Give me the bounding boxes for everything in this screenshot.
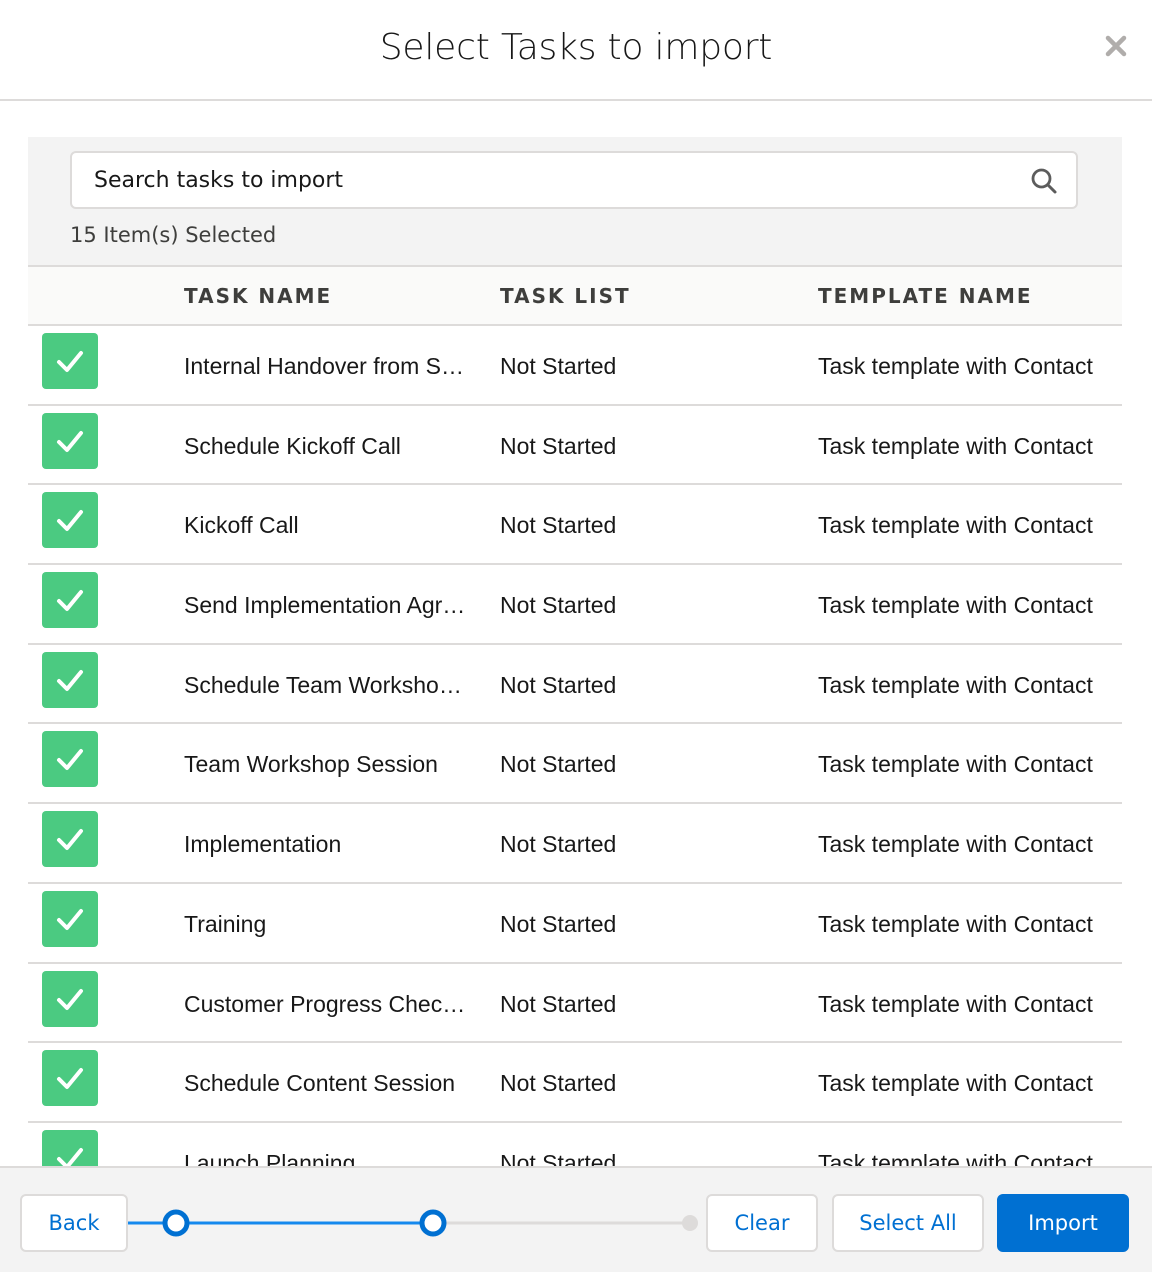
template-name: Task template with Contact (818, 990, 1093, 1017)
check-icon (57, 590, 83, 612)
progress-step-1 (162, 1209, 190, 1237)
table-row[interactable]: Schedule Content Session Not Started Task … (28, 1043, 1122, 1123)
task-name: Team Workshop Session (184, 751, 438, 778)
table-row[interactable]: Customer Progress Check-in Not Started Tas… (28, 963, 1122, 1044)
task-list: Not Started (500, 1149, 617, 1166)
row-checkbox[interactable] (42, 811, 98, 868)
template-name: Task template with Contact (818, 432, 1093, 459)
row-checkbox[interactable] (42, 412, 98, 469)
check-icon (57, 988, 83, 1010)
task-list: Not Started (500, 751, 617, 778)
check-icon (57, 351, 83, 372)
row-checkbox[interactable] (42, 1129, 98, 1166)
task-list: Not Started (500, 512, 617, 539)
check-icon (57, 908, 83, 930)
table-header: TASK NAME TASK LIST TEMPLATE NAME (28, 267, 1122, 326)
table-row[interactable]: Launch Planning Not Started Task template … (28, 1122, 1122, 1166)
row-checkbox[interactable] (42, 492, 98, 549)
template-name: Task template with Contact (818, 671, 1093, 698)
table-row[interactable]: Schedule Team Workshop Session Not Starte… (28, 644, 1122, 725)
check-icon (57, 430, 83, 452)
column-header-task-name: TASK NAME (184, 284, 333, 308)
template-name: Task template with Contact (818, 910, 1093, 937)
table-row[interactable]: Internal Handover from Sales Not Started T… (28, 326, 1122, 406)
template-name: Task template with Contact (818, 512, 1093, 539)
task-name: Implementation (184, 831, 342, 858)
check-icon (57, 669, 83, 691)
table-row[interactable]: Kickoff Call Not Started Task template wit… (28, 485, 1122, 566)
progress-step-2 (419, 1209, 447, 1237)
search-panel: 15 Item(s) Selected (28, 137, 1122, 267)
check-icon (57, 1147, 83, 1166)
table-row[interactable]: Team Workshop Session Not Started Task tem… (28, 724, 1122, 805)
selected-count: 15 Item(s) Selected (70, 223, 277, 247)
row-checkbox[interactable] (42, 572, 98, 629)
task-list: Not Started (500, 1070, 617, 1097)
row-checkbox[interactable] (42, 731, 98, 788)
modal-footer: Back Clear Select All Import (0, 1166, 1152, 1272)
task-list: Not Started (500, 353, 617, 379)
task-list: Not Started (500, 990, 617, 1017)
task-name: Internal Handover from Sales (184, 353, 474, 379)
check-icon (57, 829, 83, 851)
row-checkbox[interactable] (42, 1050, 98, 1107)
modal-body: 15 Item(s) Selected TASK NAME TASK LIST … (28, 137, 1122, 1166)
task-name: Send Implementation Agreement (184, 592, 474, 619)
task-list: Not Started (500, 592, 617, 619)
table-body: Internal Handover from Sales Not Started T… (28, 326, 1122, 1166)
row-checkbox[interactable] (42, 890, 98, 947)
modal-title: Select Tasks to import (379, 27, 773, 68)
task-list: Not Started (500, 432, 617, 459)
column-header-template-name: TEMPLATE NAME (818, 284, 1033, 308)
search-box (70, 151, 1078, 209)
task-list: Not Started (500, 831, 617, 858)
search-icon[interactable] (1030, 167, 1058, 195)
table-row[interactable]: Schedule Kickoff Call Not Started Task tem… (28, 405, 1122, 486)
check-icon (57, 510, 83, 532)
table-row[interactable]: Implementation Not Started Task template w… (28, 804, 1122, 884)
import-tasks-modal: Select Tasks to import 15 Item(s) Select… (0, 0, 1152, 1272)
task-name: Training (184, 910, 267, 937)
task-name: Launch Planning (184, 1149, 356, 1166)
modal-header: Select Tasks to import (0, 0, 1152, 101)
template-name: Task template with Contact (818, 1070, 1093, 1097)
progress-step-3 (682, 1215, 698, 1231)
template-name: Task template with Contact (818, 1149, 1093, 1166)
table-row[interactable]: Send Implementation Agreement Not Started… (28, 565, 1122, 645)
import-button[interactable]: Import (997, 1194, 1129, 1252)
task-name: Schedule Team Workshop Session (184, 671, 474, 698)
check-icon (57, 1068, 83, 1090)
close-icon[interactable] (1102, 32, 1130, 60)
row-checkbox[interactable] (42, 651, 98, 708)
table-row[interactable]: Training Not Started Task template with Co… (28, 883, 1122, 964)
task-name: Schedule Content Session (184, 1070, 456, 1097)
template-name: Task template with Contact (818, 353, 1093, 379)
row-checkbox[interactable] (42, 333, 98, 389)
template-name: Task template with Contact (818, 831, 1093, 858)
task-name: Customer Progress Check-in (184, 990, 474, 1017)
search-input[interactable] (72, 153, 1012, 207)
template-name: Task template with Contact (818, 592, 1093, 619)
task-list: Not Started (500, 671, 617, 698)
select-all-button[interactable]: Select All (832, 1194, 984, 1252)
back-button[interactable]: Back (20, 1194, 128, 1252)
task-list: Not Started (500, 910, 617, 937)
clear-button[interactable]: Clear (706, 1194, 818, 1252)
task-name: Kickoff Call (184, 512, 299, 539)
template-name: Task template with Contact (818, 751, 1093, 778)
task-name: Schedule Kickoff Call (184, 432, 401, 459)
row-checkbox[interactable] (42, 970, 98, 1027)
progress-indicator (128, 1208, 706, 1238)
column-header-task-list: TASK LIST (500, 284, 631, 308)
check-icon (57, 749, 83, 771)
